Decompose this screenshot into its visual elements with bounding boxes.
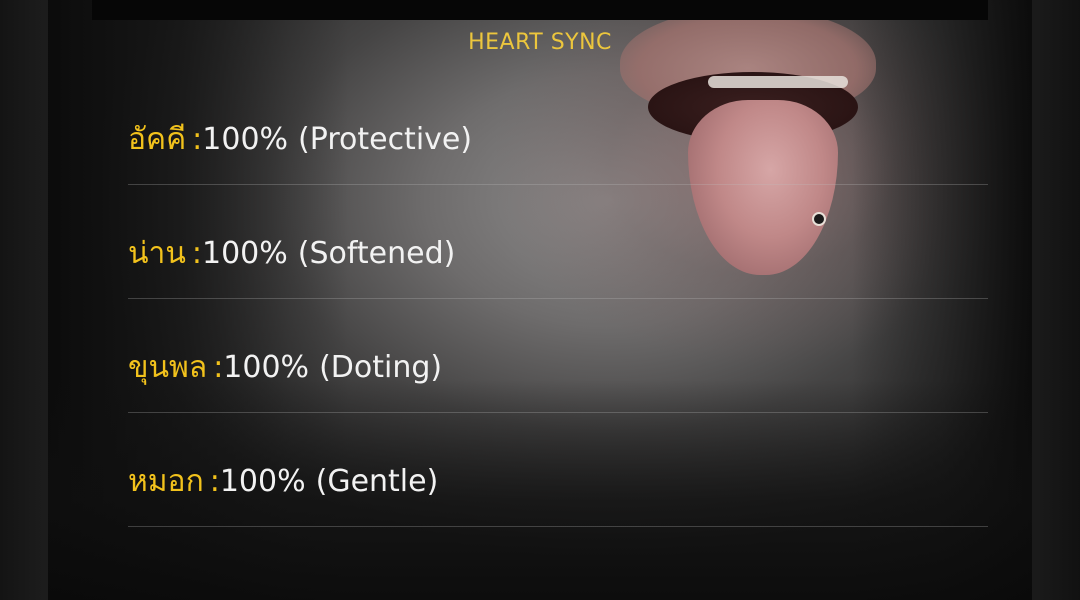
stat-separator: :: [192, 122, 203, 157]
stat-row: อัคคี:100% (Protective): [128, 70, 988, 185]
stat-name: ขุนพล: [128, 350, 208, 385]
stat-mood: (Protective): [298, 122, 473, 157]
stat-separator: :: [213, 350, 224, 385]
stat-value: 100%: [219, 464, 306, 499]
stat-line: น่าน:100% (Softened): [128, 224, 455, 284]
stat-row: ขุนพล:100% (Doting): [128, 298, 988, 413]
stat-name: หมอก: [128, 464, 204, 499]
stat-mood: (Doting): [319, 350, 443, 385]
stat-separator: :: [191, 236, 202, 271]
stat-name: อัคคี: [128, 122, 187, 157]
top-bar: [92, 0, 988, 20]
stat-value: 100%: [201, 236, 288, 271]
stat-mood: (Gentle): [315, 464, 439, 499]
page-title: HEART SYNC: [468, 30, 612, 55]
stat-line: หมอก:100% (Gentle): [128, 452, 438, 512]
stat-mood: (Softened): [297, 236, 456, 271]
stat-value: 100%: [223, 350, 310, 385]
stat-row: หมอก:100% (Gentle): [128, 412, 988, 527]
stat-separator: :: [209, 464, 220, 499]
stat-line: อัคคี:100% (Protective): [128, 110, 472, 170]
stat-row: น่าน:100% (Softened): [128, 184, 988, 299]
stat-value: 100%: [202, 122, 289, 157]
stat-line: ขุนพล:100% (Doting): [128, 338, 442, 398]
stat-name: น่าน: [128, 236, 186, 271]
heart-sync-screen: HEART SYNC อัคคี:100% (Protective) น่าน:1…: [0, 0, 1080, 600]
